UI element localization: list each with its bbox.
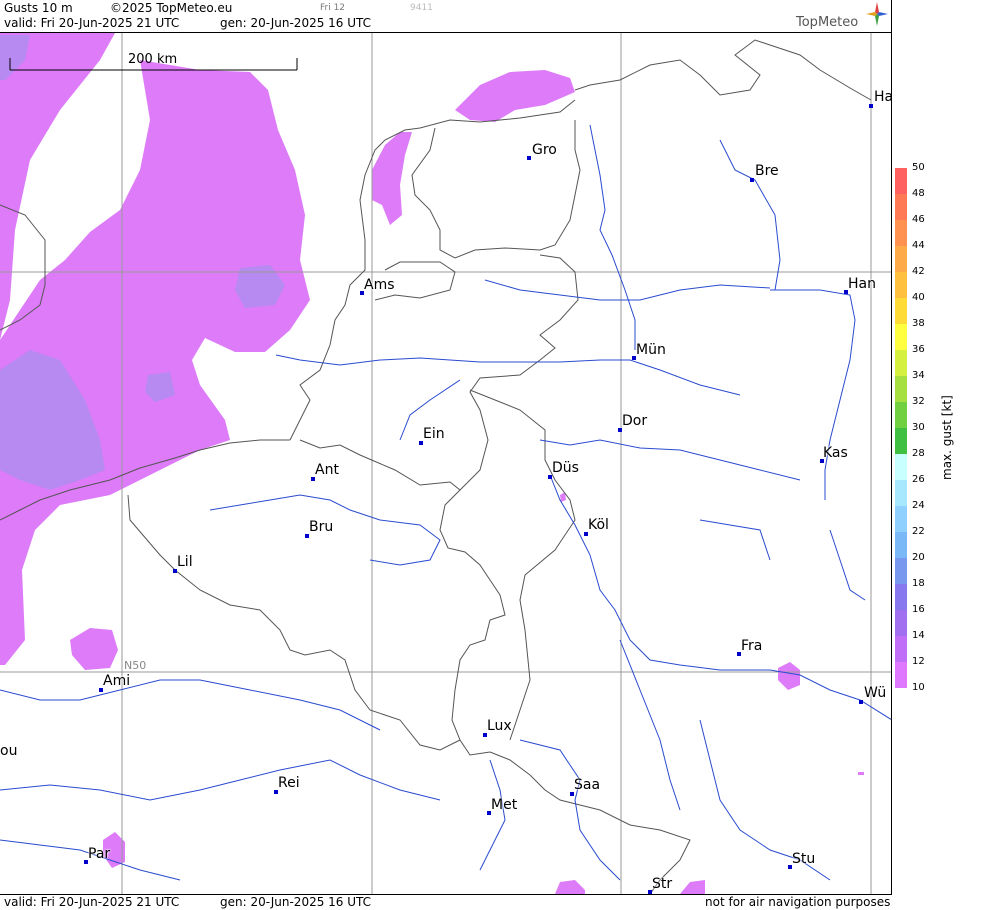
city-label: Ams — [364, 277, 395, 293]
color-legend — [895, 168, 907, 688]
city-label: Str — [652, 876, 673, 892]
legend-tick-label: 28 — [912, 448, 925, 459]
gust-area-south2 — [680, 880, 705, 894]
city-label: Lux — [487, 718, 512, 734]
city-label: Bru — [309, 519, 334, 535]
gust-area-south — [555, 880, 585, 894]
city-label: Mün — [636, 342, 666, 358]
city-label: Wü — [864, 685, 887, 701]
city-label: Düs — [552, 460, 579, 476]
city-label: Kas — [823, 445, 848, 461]
legend-tick-label: 36 — [912, 344, 925, 355]
legend-swatch — [895, 532, 907, 558]
day-label: Fri 12 — [320, 3, 346, 13]
map-frame — [891, 0, 892, 909]
generated-time: gen: 20-Jun-2025 16 UTC — [220, 16, 372, 30]
legend-swatch — [895, 558, 907, 584]
copyright: ©2025 TopMeteo.eu — [110, 1, 233, 15]
scale-label: 200 km — [128, 52, 178, 67]
city-label: Stu — [792, 851, 816, 867]
city-label: Ein — [423, 426, 445, 442]
legend-tick-label: 50 — [912, 162, 925, 173]
code-label: 9411 — [410, 3, 433, 13]
city-label: Met — [491, 797, 518, 813]
gust-area-frisian — [455, 70, 575, 122]
gust-area-frankfurt — [778, 662, 800, 690]
city-label: Lil — [177, 554, 193, 570]
legend-swatch — [895, 324, 907, 350]
legend-tick-label: 30 — [912, 422, 925, 433]
legend-swatch — [895, 246, 907, 272]
legend-unit: max. gust [kt] — [940, 395, 954, 480]
legend-tick-label: 14 — [912, 630, 925, 641]
footer-gen: gen: 20-Jun-2025 16 UTC — [220, 895, 372, 909]
legend-tick-label: 32 — [912, 396, 925, 407]
header-bar: Gusts 10 m ©2025 TopMeteo.eu Fri 12 9411… — [0, 0, 892, 33]
footer-disclaimer: not for air navigation purposes — [705, 895, 891, 909]
legend-tick-label: 10 — [912, 682, 925, 693]
legend-swatch — [895, 350, 907, 376]
chart-title: Gusts 10 m — [4, 1, 73, 15]
city-label: Han — [848, 276, 876, 292]
city-label: Gro — [532, 142, 557, 158]
city-label: Fra — [741, 638, 763, 654]
footer-bar: valid: Fri 20-Jun-2025 21 UTC gen: 20-Ju… — [0, 894, 892, 910]
legend-tick-label: 22 — [912, 526, 925, 537]
city-label: ou — [0, 743, 18, 759]
legend-swatch — [895, 194, 907, 220]
legend-tick-label: 48 — [912, 188, 925, 199]
legend-tick-label: 44 — [912, 240, 925, 251]
logo-text: TopMeteo — [796, 15, 859, 30]
legend-tick-label: 16 — [912, 604, 925, 615]
legend-swatch — [895, 584, 907, 610]
city-label: Ant — [315, 462, 339, 478]
legend-tick-label: 46 — [912, 214, 925, 225]
compass-star-icon — [866, 2, 888, 26]
legend-swatch — [895, 506, 907, 532]
legend-tick-label: 18 — [912, 578, 925, 589]
gust-area-nholland — [372, 132, 412, 225]
footer-valid: valid: Fri 20-Jun-2025 21 UTC — [4, 895, 180, 909]
legend-swatch — [895, 272, 907, 298]
legend-swatch — [895, 376, 907, 402]
gust-area-picardie — [70, 628, 118, 670]
city-label: Saa — [574, 777, 601, 793]
legend-swatch — [895, 610, 907, 636]
legend-tick-label: 20 — [912, 552, 925, 563]
city-label: Rei — [278, 775, 300, 791]
legend-swatch — [895, 662, 907, 688]
legend-swatch — [895, 454, 907, 480]
topmeteo-logo: TopMeteo — [796, 15, 858, 30]
legend-swatch — [895, 402, 907, 428]
legend-tick-label: 40 — [912, 292, 925, 303]
legend-swatch — [895, 480, 907, 506]
legend-swatch — [895, 636, 907, 662]
legend-swatch — [895, 220, 907, 246]
legend-swatch — [895, 298, 907, 324]
legend-tick-label: 38 — [912, 318, 925, 329]
latitude-label: N50 — [124, 659, 147, 672]
city-label: Köl — [588, 517, 609, 533]
city-label: Par — [88, 846, 111, 862]
legend-tick-label: 34 — [912, 370, 925, 381]
city-label: Ami — [103, 673, 131, 689]
legend-tick-label: 26 — [912, 474, 925, 485]
legend-swatch — [895, 428, 907, 454]
legend-tick-label: 24 — [912, 500, 925, 511]
legend-swatch — [895, 168, 907, 194]
city-label: Dor — [622, 413, 648, 429]
gust-area-dot — [858, 772, 864, 775]
legend-tick-label: 12 — [912, 656, 925, 667]
city-label: Bre — [755, 163, 779, 179]
valid-time: valid: Fri 20-Jun-2025 21 UTC — [4, 16, 180, 30]
legend-tick-label: 42 — [912, 266, 925, 277]
